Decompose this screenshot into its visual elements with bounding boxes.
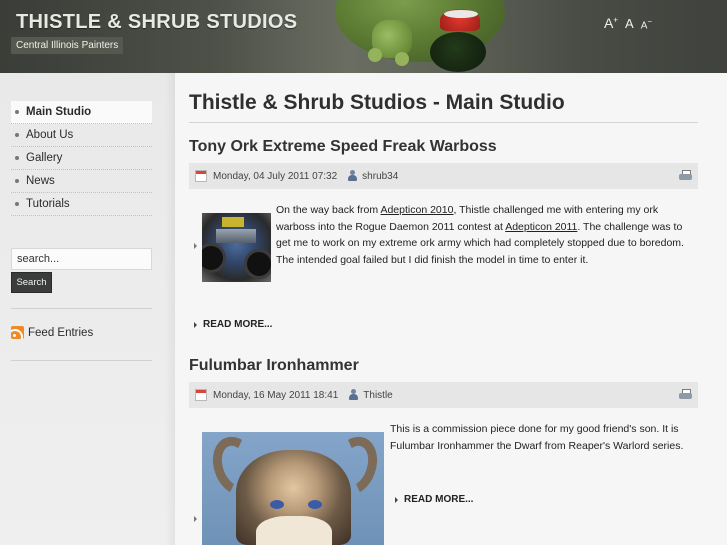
print-icon[interactable] xyxy=(679,170,692,182)
thumb-wheel xyxy=(244,249,271,279)
site-tagline: Central Illinois Painters xyxy=(11,37,124,54)
feed-entries-label: Feed Entries xyxy=(28,326,94,339)
main-menu: Main Studio About Us Gallery News Tutori… xyxy=(11,101,152,216)
sidebar-divider xyxy=(11,308,152,309)
feed-entries-link[interactable]: Feed Entries xyxy=(11,326,93,339)
site-header: THISTLE & SHRUB STUDIOS Central Illinois… xyxy=(0,0,727,73)
sidebar: Main Studio About Us Gallery News Tutori… xyxy=(0,73,175,545)
adepticon-2011-link[interactable]: Adepticon 2011 xyxy=(505,221,577,233)
thumb-wheel xyxy=(202,243,226,273)
menu-item-about-us[interactable]: About Us xyxy=(11,124,152,147)
thumb-eye xyxy=(308,500,322,509)
bullet-icon xyxy=(15,179,19,183)
article-date: Monday, 16 May 2011 18:41 xyxy=(213,389,339,401)
article-body-text: This is a commission piece done for my g… xyxy=(390,423,684,452)
bullet-icon xyxy=(15,202,19,206)
menu-item-label: Tutorials xyxy=(26,198,70,210)
article-thumbnail[interactable] xyxy=(202,213,271,282)
header-frog-toe xyxy=(395,52,409,66)
read-more-label: READ MORE... xyxy=(203,319,273,330)
article-body: On the way back from Adepticon 2010, Thi… xyxy=(276,202,698,268)
calendar-icon xyxy=(195,389,207,401)
bullet-icon xyxy=(15,156,19,160)
menu-item-label: Gallery xyxy=(26,152,63,164)
decrease-font-minus: − xyxy=(647,16,653,26)
article-title[interactable]: Tony Ork Extreme Speed Freak Warboss xyxy=(189,138,497,156)
thumb-beard xyxy=(256,516,332,545)
increase-font-label: A xyxy=(604,15,614,31)
menu-item-gallery[interactable]: Gallery xyxy=(11,147,152,170)
decrease-font-button[interactable]: A− xyxy=(641,17,652,31)
increase-font-button[interactable]: A+ xyxy=(604,15,618,31)
site-title[interactable]: THISTLE & SHRUB STUDIOS xyxy=(16,11,297,34)
header-frog-toe xyxy=(368,48,382,62)
article-body: This is a commission piece done for my g… xyxy=(390,421,700,454)
read-more-label: READ MORE... xyxy=(404,494,474,505)
header-hat-rim xyxy=(444,10,478,18)
increase-font-plus: + xyxy=(613,15,619,25)
user-icon xyxy=(347,170,358,182)
user-icon xyxy=(348,389,359,401)
menu-item-label: News xyxy=(26,175,55,187)
menu-item-label: About Us xyxy=(26,129,74,141)
article-body-text: On the way back from xyxy=(276,204,381,216)
article-date: Monday, 04 July 2011 07:32 xyxy=(213,170,338,182)
article-author: Thistle xyxy=(363,389,393,401)
search-button[interactable]: Search xyxy=(11,272,52,293)
sidebar-shade xyxy=(165,73,175,545)
thumb-yellow xyxy=(222,217,244,227)
article-author: shrub34 xyxy=(362,170,399,182)
menu-item-main-studio[interactable]: Main Studio xyxy=(11,101,152,124)
rss-icon xyxy=(11,326,24,339)
article-meta: Monday, 04 July 2011 07:32 shrub34 xyxy=(189,163,698,189)
article-title[interactable]: Fulumbar Ironhammer xyxy=(189,357,359,375)
arrow-icon xyxy=(194,243,197,249)
main-content: Thistle & Shrub Studios - Main Studio To… xyxy=(175,73,727,545)
print-icon[interactable] xyxy=(679,389,692,401)
arrow-icon xyxy=(194,516,197,522)
thumb-eye xyxy=(270,500,284,509)
font-size-tools: A+ A A− xyxy=(604,15,652,31)
read-more-link[interactable]: READ MORE... xyxy=(194,319,272,330)
heading-divider xyxy=(189,122,698,123)
page-title: Thistle & Shrub Studios - Main Studio xyxy=(189,91,565,114)
menu-item-tutorials[interactable]: Tutorials xyxy=(11,193,152,216)
bullet-icon xyxy=(15,133,19,137)
adepticon-2010-link[interactable]: Adepticon 2010 xyxy=(380,204,453,216)
arrow-icon xyxy=(395,496,398,503)
reset-font-button[interactable]: A xyxy=(625,16,634,31)
sidebar-divider xyxy=(11,360,152,361)
menu-item-label: Main Studio xyxy=(26,106,92,118)
arrow-icon xyxy=(194,321,197,328)
menu-item-news[interactable]: News xyxy=(11,170,152,193)
read-more-link[interactable]: READ MORE... xyxy=(395,494,473,505)
article-thumbnail[interactable] xyxy=(202,432,384,545)
article-meta: Monday, 16 May 2011 18:41 Thistle xyxy=(189,382,698,408)
thumb-chrome xyxy=(216,229,256,243)
calendar-icon xyxy=(195,170,207,182)
header-model-eye xyxy=(430,32,486,72)
search-input[interactable] xyxy=(11,248,152,270)
bullet-icon xyxy=(15,110,19,114)
